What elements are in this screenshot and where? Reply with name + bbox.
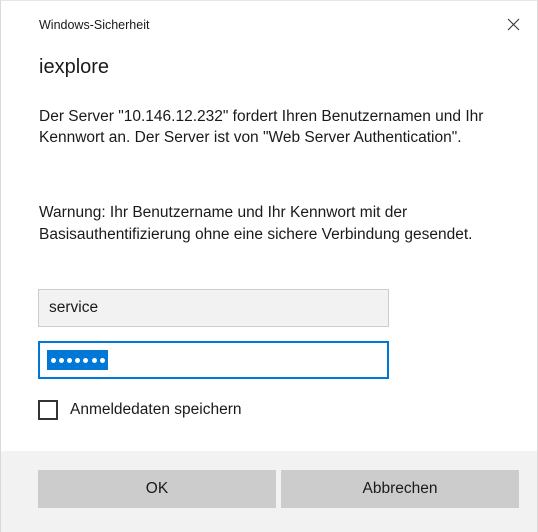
password-field[interactable] xyxy=(38,341,389,379)
username-field[interactable] xyxy=(38,289,389,327)
password-mask-dot xyxy=(50,357,56,363)
close-icon xyxy=(507,18,519,30)
password-mask-dot xyxy=(75,357,81,363)
password-selection xyxy=(47,350,109,370)
ok-button[interactable]: OK xyxy=(38,470,276,508)
app-title: iexplore xyxy=(39,56,110,78)
credential-dialog: Windows-Sicherheit iexplore Der Server "… xyxy=(0,0,538,532)
cancel-button[interactable]: Abbrechen xyxy=(281,470,519,508)
server-message: Der Server "10.146.12.232" fordert Ihren… xyxy=(39,108,484,146)
warning-message: Warnung: Ihr Benutzername und Ihr Kennwo… xyxy=(39,204,473,243)
password-mask-dot xyxy=(58,357,64,363)
password-mask-dot xyxy=(83,357,89,363)
password-mask-dot xyxy=(66,357,72,363)
checkbox-unchecked-icon xyxy=(38,400,58,420)
password-mask-dot xyxy=(91,357,97,363)
window-caption: Windows-Sicherheit xyxy=(39,18,150,32)
remember-credentials-label: Anmeldedaten speichern xyxy=(70,401,242,418)
password-mask-dot xyxy=(99,357,105,363)
remember-credentials-checkbox[interactable]: Anmeldedaten speichern xyxy=(38,400,241,420)
close-button[interactable] xyxy=(496,9,530,39)
